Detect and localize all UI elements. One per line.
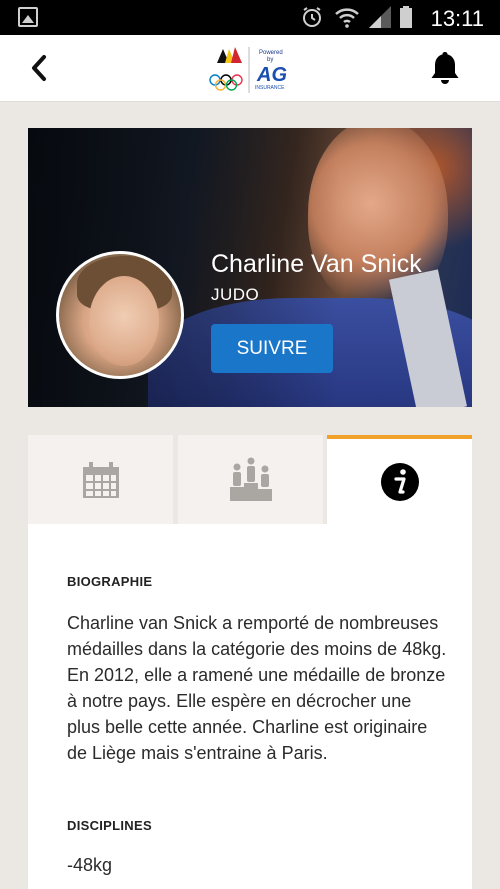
athlete-sport: JUDO (211, 285, 260, 304)
tab-calendar[interactable] (28, 435, 173, 524)
biography-title: BIOGRAPHIE (67, 574, 153, 589)
biography-text: Charline van Snick a remporté de nombreu… (67, 613, 447, 763)
wifi-icon (335, 8, 359, 28)
svg-text:INSURANCE: INSURANCE (255, 85, 285, 91)
disciplines-title: DISCIPLINES (67, 818, 152, 833)
clock: 13:11 (430, 6, 484, 31)
tab-podium[interactable] (178, 435, 323, 524)
calendar-icon (82, 461, 119, 498)
status-bar: 13:11 (0, 0, 500, 35)
discipline-value: -48kg (67, 855, 113, 875)
svg-text:AG: AG (256, 64, 287, 86)
bell-icon[interactable] (428, 49, 462, 87)
app-header: Powered by AG INSURANCE (0, 35, 500, 102)
chevron-left-icon[interactable] (26, 51, 54, 85)
olympic-logo: Powered by AG INSURANCE (209, 47, 287, 93)
podium-icon (229, 457, 272, 501)
tab-info[interactable] (327, 435, 472, 524)
gallery-icon (18, 7, 38, 27)
avatar (56, 251, 184, 379)
svg-text:Powered: Powered (259, 50, 283, 56)
svg-text:by: by (267, 57, 273, 63)
follow-button[interactable]: SUIVRE (211, 324, 333, 373)
alarm-icon (303, 7, 321, 27)
battery-icon (400, 6, 412, 28)
athlete-name: Charline Van Snick (211, 250, 422, 278)
signal-icon (369, 6, 391, 28)
info-icon (380, 462, 419, 501)
